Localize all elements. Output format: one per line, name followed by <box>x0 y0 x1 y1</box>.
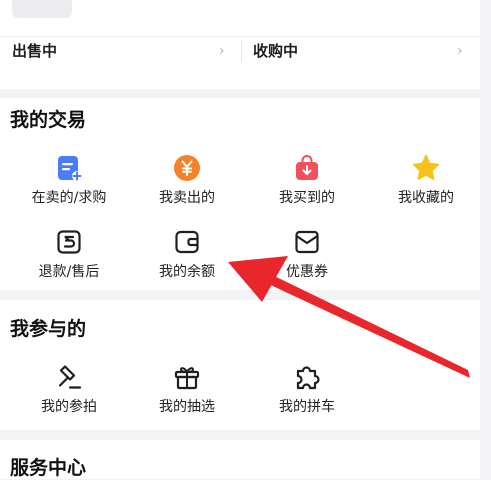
sold-button[interactable]: 我卖出的 <box>137 154 237 207</box>
order-status-card: 出售中 › 收购中 › <box>0 0 480 89</box>
bought-button[interactable]: 我买到的 <box>257 154 357 207</box>
star-icon <box>412 154 440 182</box>
item-label: 我收藏的 <box>398 190 454 206</box>
balance-button[interactable]: 我的余额 <box>137 228 237 281</box>
section-title: 服务中心 <box>10 457 87 479</box>
section-title: 我参与的 <box>10 318 87 340</box>
item-label: 优惠券 <box>286 264 328 280</box>
chevron-right-icon: › <box>219 43 225 59</box>
my-carpool-button[interactable]: 我的拼车 <box>257 363 357 416</box>
placeholder-bar <box>12 0 72 18</box>
favorites-button[interactable]: 我收藏的 <box>376 154 476 207</box>
coupon-button[interactable]: 优惠券 <box>257 228 357 281</box>
yen-icon <box>173 154 201 182</box>
divider <box>241 40 242 62</box>
my-draws-button[interactable]: 我的抽选 <box>137 363 237 416</box>
divider <box>0 36 480 37</box>
sell-list-icon <box>55 154 83 182</box>
service-center-section: 服务中心 <box>0 440 480 479</box>
section-title: 我的交易 <box>10 109 87 131</box>
selling-buying-button[interactable]: 在卖的/求购 <box>19 154 119 207</box>
wallet-icon <box>173 228 201 256</box>
item-label: 在卖的/求购 <box>31 190 107 206</box>
coupon-icon <box>293 228 321 256</box>
item-label: 我买到的 <box>279 190 335 206</box>
item-label: 退款/售后 <box>38 264 100 280</box>
item-label: 我卖出的 <box>159 190 215 206</box>
puzzle-icon <box>293 363 321 391</box>
my-auctions-button[interactable]: 我的参拍 <box>19 363 119 416</box>
my-participation-section: 我参与的 我的参拍 我的抽选 我的拼车 <box>0 300 480 430</box>
item-label: 我的余额 <box>159 264 215 280</box>
buying-link[interactable]: 收购中 <box>253 38 298 64</box>
selling-link[interactable]: 出售中 <box>12 38 57 64</box>
item-label: 我的拼车 <box>279 399 335 415</box>
refund-button[interactable]: 退款/售后 <box>19 228 119 281</box>
gift-icon <box>173 363 201 391</box>
refund-icon <box>55 228 83 256</box>
auction-hammer-icon <box>55 363 83 391</box>
bag-download-icon <box>293 154 321 182</box>
item-label: 我的抽选 <box>159 399 215 415</box>
chevron-right-icon: › <box>457 43 463 59</box>
item-label: 我的参拍 <box>41 399 97 415</box>
my-trades-section: 我的交易 在卖的/求购 我卖出的 我买到的 我收藏的 退款/售后 我的余额 优惠… <box>0 98 480 290</box>
